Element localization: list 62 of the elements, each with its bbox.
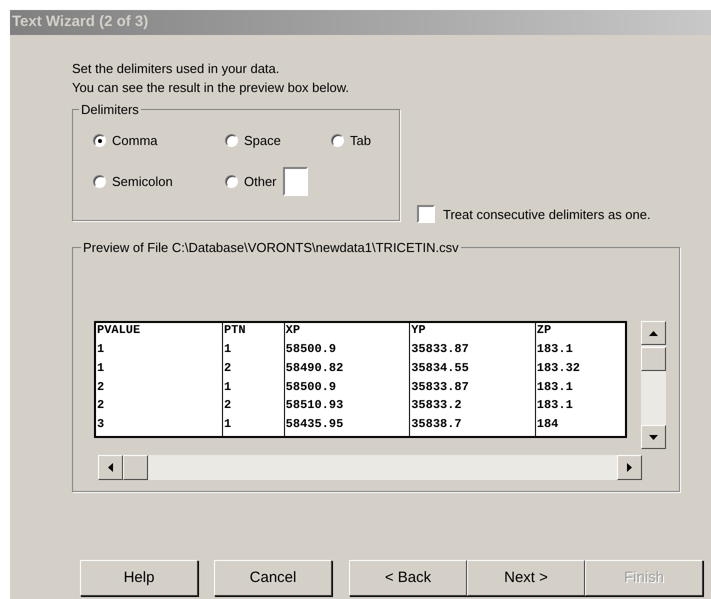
table-cell: 35833.87 <box>410 380 536 398</box>
radio-button[interactable] <box>225 134 238 148</box>
table-cell: 35834.55 <box>410 360 536 380</box>
scroll-up-button[interactable] <box>641 321 666 345</box>
table-cell: 58500.9 <box>284 342 410 361</box>
left-arrow-icon <box>108 463 113 472</box>
table-cell: 58510.93 <box>284 398 410 417</box>
table-cell: 35838.7 <box>410 417 536 437</box>
table-cell: 183.1 <box>535 398 626 417</box>
radio-button[interactable] <box>225 174 238 188</box>
checkbox[interactable] <box>417 205 435 224</box>
table-cell: 58500.9 <box>284 380 410 398</box>
column-header: PVALUE <box>95 322 222 342</box>
radio-label[interactable]: Comma <box>112 131 158 150</box>
table-cell: 35833.87 <box>410 342 536 361</box>
other-field[interactable] <box>282 166 308 196</box>
wizard-button[interactable]: Help <box>80 560 198 596</box>
scroll-thumb[interactable] <box>641 347 666 371</box>
radio-label[interactable]: Semicolon <box>112 172 173 191</box>
column-header: PTN <box>222 322 284 342</box>
up-arrow-icon <box>649 330 658 336</box>
radio-label[interactable]: Other <box>244 172 277 191</box>
scroll-thumb[interactable] <box>123 455 148 480</box>
table-cell: 1 <box>222 417 284 437</box>
instruction-text: You can see the result in the preview box below. <box>72 79 350 97</box>
radio-label[interactable]: Space <box>244 131 281 150</box>
wizard-button[interactable]: Cancel <box>214 560 332 596</box>
table-cell: 1 <box>95 342 222 361</box>
table-cell: 2 <box>95 398 222 417</box>
table-cell: 183.1 <box>535 342 626 361</box>
table-cell: 58490.82 <box>284 360 410 380</box>
table-cell: 184 <box>535 417 626 437</box>
table-cell: 2 <box>222 360 284 380</box>
radio-button[interactable] <box>93 174 106 188</box>
column-header: YP <box>410 322 536 342</box>
horizontal-scrollbar[interactable] <box>98 455 642 480</box>
radio-button[interactable] <box>331 134 344 148</box>
right-arrow-icon <box>627 463 632 472</box>
table-cell: 183.32 <box>535 360 626 380</box>
scroll-down-button[interactable] <box>641 425 666 449</box>
down-arrow-icon <box>649 434 658 440</box>
table-cell: 183.1 <box>535 380 626 398</box>
window-title: Text Wizard (2 of 3) <box>12 12 148 32</box>
table-cell: 2 <box>95 380 222 398</box>
radio-button[interactable] <box>93 134 106 148</box>
wizard-button[interactable]: < Back <box>349 560 467 596</box>
vertical-scrollbar[interactable] <box>641 321 666 449</box>
table-cell: 3 <box>95 417 222 437</box>
wizard-button[interactable]: Next > <box>467 560 585 596</box>
table-cell: 58435.95 <box>284 417 410 437</box>
table-cell: 1 <box>222 380 284 398</box>
column-header: ZP <box>535 322 626 342</box>
instruction-text: Set the delimiters used in your data. <box>72 60 280 78</box>
checkbox-label[interactable]: Treat consecutive delimiters as one. <box>443 204 651 224</box>
column-header: XP <box>284 322 410 342</box>
radio-label[interactable]: Tab <box>350 131 371 150</box>
table-cell: 35833.2 <box>410 398 536 417</box>
table-cell: 1 <box>222 342 284 361</box>
scroll-left-button[interactable] <box>98 455 123 480</box>
table-cell: 2 <box>222 398 284 417</box>
table-cell: 1 <box>95 360 222 380</box>
scroll-right-button[interactable] <box>617 455 642 480</box>
